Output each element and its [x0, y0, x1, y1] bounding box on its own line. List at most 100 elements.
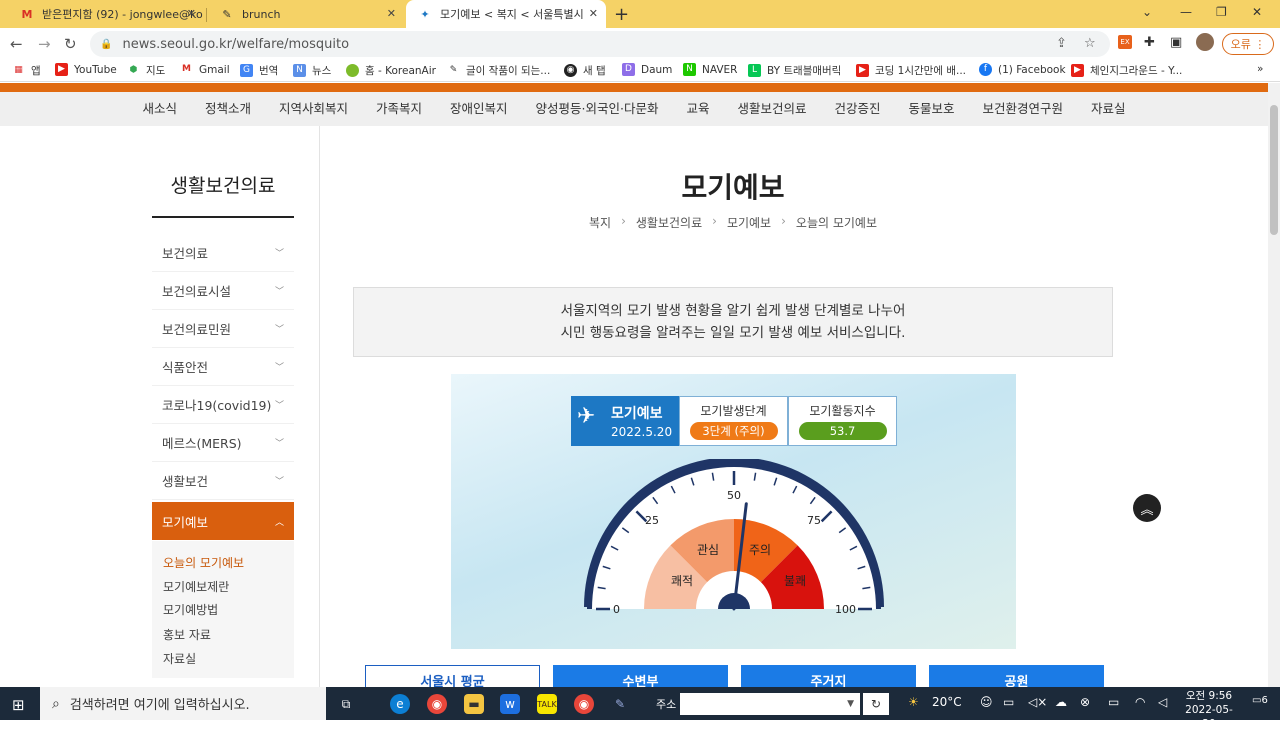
battery-icon[interactable]: ▭: [1108, 695, 1119, 709]
bookmark-koreanair[interactable]: 홈 - KoreanAir: [346, 63, 436, 78]
scroll-top-button[interactable]: ︽: [1133, 494, 1161, 522]
sidebar-item-living-health[interactable]: 생활보건 ﹀: [152, 462, 294, 500]
sidebar-item-health-medical[interactable]: 보건의료 ﹀: [152, 234, 294, 272]
sidebar-item-civil-complaints[interactable]: 보건의료민원 ﹀: [152, 310, 294, 348]
nav-health-promotion[interactable]: 건강증진: [821, 92, 895, 126]
nav-education[interactable]: 교육: [672, 92, 723, 126]
submenu-today-forecast[interactable]: 오늘의 모기예보: [163, 554, 244, 571]
file-explorer-icon[interactable]: ▬: [464, 694, 484, 714]
edge-icon[interactable]: e: [390, 694, 410, 714]
nav-research-institute[interactable]: 보건환경연구원: [969, 92, 1078, 126]
notification-icon[interactable]: ▭6: [1252, 695, 1268, 706]
bookmark-changeground[interactable]: ▶ 체인지그라운드 - Y...: [1071, 63, 1182, 78]
sidebar-item-covid19[interactable]: 코로나19(covid19) ﹀: [152, 386, 294, 424]
weather-icon[interactable]: ☀: [908, 695, 919, 709]
maximize-button[interactable]: ❐: [1216, 5, 1227, 19]
nav-archive[interactable]: 자료실: [1077, 92, 1140, 126]
submenu-about-forecast[interactable]: 모기예보제란: [163, 578, 229, 595]
nav-family-welfare[interactable]: 가족복지: [362, 92, 436, 126]
sidebar-item-medical-facilities[interactable]: 보건의료시설 ﹀: [152, 272, 294, 310]
address-toolbar-input[interactable]: ▼: [680, 693, 860, 715]
volume-muted-icon[interactable]: ◁×: [1028, 695, 1047, 709]
avatar[interactable]: [1196, 33, 1214, 51]
share-icon[interactable]: ⇪: [1056, 36, 1067, 51]
back-icon[interactable]: ←: [10, 35, 23, 53]
tab-seoul-average[interactable]: 서울시 평균: [365, 665, 540, 687]
sidebar-item-mers[interactable]: 메르스(MERS) ﹀: [152, 424, 294, 462]
temperature[interactable]: 20°C: [932, 695, 962, 709]
bookmark-maps[interactable]: ⬢ 지도: [127, 63, 166, 78]
close-icon[interactable]: ✕: [589, 7, 598, 20]
new-tab-button[interactable]: +: [614, 4, 629, 25]
reload-icon[interactable]: ↻: [64, 35, 77, 53]
browser-toolbar: ← → ↻ 🔒 news.seoul.go.kr/welfare/mosquit…: [0, 28, 1280, 60]
cloud-icon[interactable]: ☁: [1055, 695, 1067, 709]
tab-residential[interactable]: 주거지: [741, 665, 916, 687]
profile-error-chip[interactable]: 오류 ⋮: [1222, 33, 1274, 55]
address-refresh-button[interactable]: ↻: [863, 693, 889, 715]
tab-park[interactable]: 공원: [929, 665, 1104, 687]
submenu-prevention[interactable]: 모기예방법: [163, 601, 218, 618]
bookmark-travel[interactable]: L BY 트래블매버릭: [748, 63, 841, 78]
tab-mosquito[interactable]: ✦ 모기예보 < 복지 < 서울특별시 ✕: [406, 0, 606, 28]
kakaotalk-icon[interactable]: TALK: [537, 694, 557, 714]
paint-icon[interactable]: ✎: [610, 694, 630, 714]
close-icon[interactable]: ✕: [187, 7, 196, 20]
breadcrumb-item[interactable]: 모기예보: [727, 214, 771, 231]
chrome-profile-icon[interactable]: ◉: [574, 694, 594, 714]
nav-disability-welfare[interactable]: 장애인복지: [436, 92, 522, 126]
device-icon[interactable]: ▭: [1003, 695, 1014, 709]
bookmark-coding[interactable]: ▶ 코딩 1시간만에 배...: [856, 63, 966, 78]
zone-label-unpleasant: 불쾌: [784, 574, 806, 588]
close-icon[interactable]: ✕: [387, 7, 396, 20]
window-close-button[interactable]: ✕: [1252, 5, 1262, 19]
taskbar-clock[interactable]: 오전 9:56 2022-05-20: [1180, 689, 1238, 731]
task-view-icon[interactable]: ⧉: [336, 694, 356, 714]
puzzle-icon[interactable]: ✚: [1144, 35, 1155, 50]
people-icon[interactable]: ☺: [980, 695, 993, 709]
app-w-icon[interactable]: w: [500, 694, 520, 714]
tab-brunch[interactable]: ✎ brunch ✕: [208, 0, 404, 28]
bookmark-gmail[interactable]: M Gmail: [180, 63, 230, 76]
close-circle-icon[interactable]: ⊗: [1080, 695, 1090, 709]
breadcrumb-item[interactable]: 생활보건의료: [636, 214, 702, 231]
nav-policy[interactable]: 정책소개: [191, 92, 265, 126]
nav-health-medical[interactable]: 생활보건의료: [723, 92, 820, 126]
bookmark-translate[interactable]: G 번역: [240, 63, 278, 78]
bookmark-star-icon[interactable]: ☆: [1084, 36, 1096, 51]
bookmark-brunch[interactable]: ✎ 글이 작품이 되는...: [447, 63, 551, 78]
submenu-promo-materials[interactable]: 홍보 자료: [163, 626, 211, 643]
bookmark-news[interactable]: N 뉴스: [293, 63, 331, 78]
address-bar[interactable]: 🔒 news.seoul.go.kr/welfare/mosquito ⇪ ☆: [90, 31, 1110, 57]
page-scrollbar[interactable]: [1268, 83, 1280, 687]
breadcrumb-item[interactable]: 오늘의 모기예보: [796, 214, 877, 231]
nav-community-welfare[interactable]: 지역사회복지: [265, 92, 362, 126]
sidepanel-icon[interactable]: ▣: [1170, 35, 1182, 50]
tab-gmail[interactable]: M 받은편지함 (92) - jongwlee@ko ✕: [8, 0, 204, 28]
bookmarks-overflow-icon[interactable]: »: [1257, 63, 1263, 75]
speaker-icon[interactable]: ◁: [1158, 695, 1167, 709]
bookmark-facebook[interactable]: f (1) Facebook: [979, 63, 1066, 76]
forward-icon[interactable]: →: [38, 35, 51, 53]
nav-gender-equality[interactable]: 양성평등·외국인·다문화: [522, 92, 673, 126]
submenu-archive[interactable]: 자료실: [163, 650, 196, 667]
nav-animal-protection[interactable]: 동물보호: [895, 92, 969, 126]
bookmark-daum[interactable]: D Daum: [622, 63, 672, 76]
taskbar-search-box[interactable]: ⌕ 검색하려면 여기에 입력하십시오.: [40, 687, 326, 720]
tab-waterside[interactable]: 수변부: [553, 665, 728, 687]
bookmark-youtube[interactable]: ▶ YouTube: [55, 63, 117, 76]
extension-icon[interactable]: EX: [1118, 35, 1132, 49]
sidebar-item-food-safety[interactable]: 식품안전 ﹀: [152, 348, 294, 386]
chrome-icon[interactable]: ◉: [427, 694, 447, 714]
sidebar-item-mosquito-forecast[interactable]: 모기예보 ︿: [152, 502, 294, 540]
breadcrumb-item[interactable]: 복지: [589, 214, 611, 231]
windows-start-icon[interactable]: ⊞: [12, 696, 25, 714]
nav-news[interactable]: 새소식: [128, 92, 191, 126]
chevron-down-icon[interactable]: ⌄: [1142, 5, 1152, 19]
bookmark-naver[interactable]: N NAVER: [683, 63, 737, 76]
scrollbar-thumb[interactable]: [1270, 105, 1278, 235]
bookmark-newtab[interactable]: ◉ 새 탭: [564, 63, 606, 78]
bookmark-apps[interactable]: ▦ 앱: [12, 63, 40, 78]
minimize-button[interactable]: —: [1180, 5, 1192, 19]
wifi-icon[interactable]: ◠: [1135, 695, 1145, 709]
